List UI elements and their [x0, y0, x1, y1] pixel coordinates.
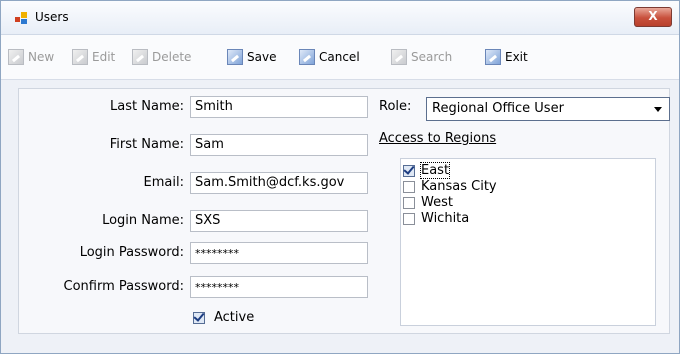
title-bar[interactable]: Users X — [1, 1, 679, 35]
delete-icon — [132, 49, 148, 65]
delete-button-label: Delete — [152, 50, 192, 64]
login-name-label: Login Name: — [102, 213, 184, 228]
close-button[interactable]: X — [634, 7, 672, 27]
check-icon — [403, 163, 415, 175]
region-kansas-city-checkbox[interactable] — [403, 181, 415, 193]
confirm-password-label: Confirm Password: — [63, 279, 184, 294]
first-name-input[interactable]: Sam — [190, 134, 368, 156]
email-input[interactable]: Sam.Smith@dcf.ks.gov — [190, 172, 368, 194]
region-west-checkbox[interactable] — [403, 197, 415, 209]
save-button-label: Save — [247, 50, 277, 64]
region-east-checkbox[interactable] — [403, 163, 415, 177]
role-dropdown-value: Regional Office User — [432, 101, 564, 116]
chevron-down-icon — [654, 107, 662, 112]
exit-button-label: Exit — [505, 50, 528, 64]
new-button-label: New — [28, 50, 55, 64]
region-kansas-city-label: Kansas City — [421, 179, 497, 194]
toolbar: New Edit Delete Save Cancel Search Exit — [1, 35, 679, 80]
active-checkbox[interactable] — [193, 310, 205, 324]
regions-heading: Access to Regions — [379, 131, 497, 146]
region-east-label: East — [419, 162, 451, 179]
email-label: Email: — [143, 175, 184, 190]
regions-checklist: East Kansas City West Wichita — [400, 158, 656, 326]
role-dropdown[interactable]: Regional Office User — [426, 97, 670, 121]
window-title: Users — [35, 10, 69, 24]
save-icon — [227, 49, 243, 65]
search-button-label: Search — [411, 50, 453, 64]
search-icon — [391, 49, 407, 65]
login-name-input[interactable]: SXS — [190, 210, 368, 232]
edit-button-label: Edit — [92, 50, 116, 64]
new-icon — [8, 49, 24, 65]
login-password-input[interactable]: ******** — [190, 242, 368, 264]
last-name-label: Last Name: — [110, 99, 184, 114]
cancel-button-label: Cancel — [319, 50, 360, 64]
first-name-label: First Name: — [109, 137, 184, 152]
active-label: Active — [214, 310, 255, 325]
app-icon — [15, 12, 27, 24]
last-name-input[interactable]: Smith — [190, 96, 368, 118]
region-wichita-label: Wichita — [421, 211, 470, 226]
edit-icon — [72, 49, 88, 65]
check-icon — [193, 310, 205, 322]
region-wichita-checkbox[interactable] — [403, 213, 415, 225]
region-west-label: West — [421, 195, 453, 210]
confirm-password-input[interactable]: ******** — [190, 276, 368, 298]
role-label: Role: — [379, 99, 412, 114]
exit-icon — [485, 49, 501, 65]
cancel-icon — [299, 49, 315, 65]
login-password-label: Login Password: — [79, 245, 184, 260]
